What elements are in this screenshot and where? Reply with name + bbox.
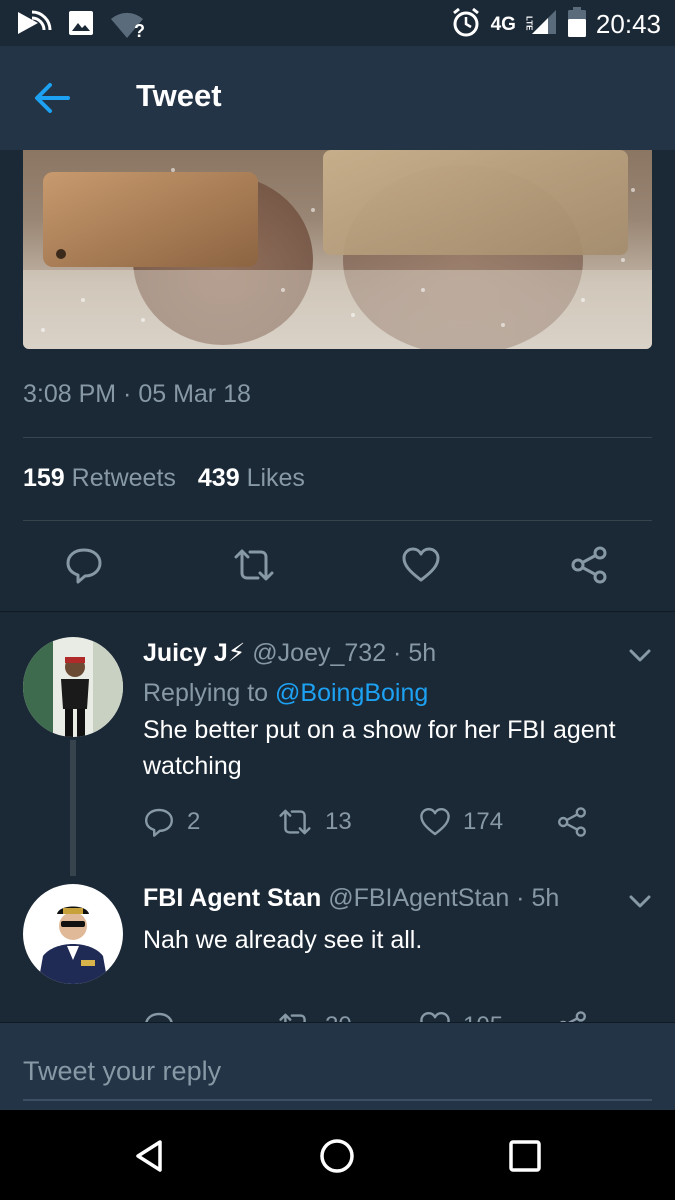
tweet-actions [0, 545, 675, 585]
nav-home-button[interactable] [315, 1134, 359, 1178]
tweet-timestamp: 3:08 PM · 05 Mar 18 [23, 380, 251, 408]
arrow-left-icon [35, 83, 70, 113]
like-button[interactable]: 174 [419, 806, 503, 838]
divider [23, 520, 652, 521]
cast-icon [16, 8, 52, 43]
retweets-stat[interactable]: 159 Retweets [23, 464, 176, 493]
back-button[interactable] [30, 76, 74, 120]
replying-to: Replying to @BoingBoing [143, 679, 428, 708]
wifi-unknown-badge: ? [134, 20, 145, 41]
handle-time: @Joey_732 · 5h [252, 639, 437, 667]
retweet-icon [234, 549, 274, 581]
likes-count: 439 [197, 464, 240, 492]
reply-item[interactable]: FBI Agent Stan @FBIAgentStan · 5h Nah we… [0, 860, 675, 1022]
tweet-stats: 159 Retweets 439 Likes [23, 464, 305, 493]
system-nav-bar [0, 1110, 675, 1200]
page-title: Tweet [136, 78, 222, 113]
retweet-count: 13 [325, 808, 352, 835]
heart-icon [420, 1012, 450, 1022]
tweet-detail: 3:08 PM · 05 Mar 18 159 Retweets 439 Lik… [0, 150, 675, 1022]
more-options-button[interactable] [627, 888, 653, 914]
wifi-unknown-icon: ? [110, 11, 152, 41]
retweet-icon [279, 1013, 306, 1022]
divider [23, 437, 652, 438]
reply-header: Juicy J⚡ @Joey_732 · 5h [143, 638, 436, 668]
alarm-icon [451, 6, 481, 43]
reply-count: 2 [187, 808, 201, 835]
network-label: 4G [490, 13, 516, 35]
app-bar: Tweet [0, 46, 675, 151]
like-count: 105 [463, 1012, 503, 1022]
share-icon [558, 807, 586, 837]
display-name[interactable]: Juicy J⚡ [143, 639, 245, 667]
tweet-photo[interactable] [23, 150, 652, 349]
like-button[interactable]: 105 [419, 1010, 503, 1022]
clock: 20:43 [595, 9, 661, 39]
network-sub-label: LTE [524, 15, 534, 31]
reply-actions: 2 13 174 [143, 806, 603, 838]
retweet-count: 20 [325, 1012, 352, 1022]
reply-text: She better put on a show for her FBI age… [143, 716, 616, 780]
status-bar: ? 4G LTE 20:43 [0, 0, 675, 46]
retweets-label: Retweets [71, 464, 176, 492]
replying-prefix: Replying to [143, 679, 269, 707]
reply-button[interactable] [64, 545, 104, 585]
heart-icon [402, 547, 440, 582]
chevron-down-icon [629, 649, 651, 662]
retweet-icon [279, 809, 311, 835]
home-circle-icon [320, 1139, 354, 1173]
likes-stat[interactable]: 439 Likes [198, 464, 305, 493]
likes-label: Likes [246, 464, 305, 492]
reply-header: FBI Agent Stan @FBIAgentStan · 5h [143, 884, 559, 913]
heart-icon [420, 808, 450, 836]
retweet-button[interactable] [232, 545, 274, 585]
reply-icon [66, 548, 102, 584]
reply-actions: 20 105 [143, 1010, 603, 1022]
battery-icon [567, 7, 586, 42]
share-button[interactable] [569, 545, 609, 585]
share-button[interactable] [556, 806, 588, 838]
thread-line [70, 740, 76, 876]
chevron-down-icon [629, 895, 651, 908]
mention-link[interactable]: @BoingBoing [275, 679, 428, 707]
reply-text: Nah we already see it all. [143, 926, 423, 954]
handle-time: @FBIAgentStan · 5h [328, 884, 560, 912]
network-type: 4G LTE [490, 13, 534, 36]
avatar[interactable] [23, 884, 123, 984]
more-options-button[interactable] [627, 642, 653, 668]
retweet-button[interactable]: 20 [277, 1010, 352, 1022]
retweets-count: 159 [23, 464, 65, 492]
retweet-button[interactable]: 13 [277, 806, 352, 838]
reply-input[interactable] [23, 1043, 652, 1101]
reply-button[interactable] [143, 1010, 175, 1022]
like-count: 174 [463, 808, 504, 835]
reply-icon [145, 1012, 173, 1022]
photo-illustration [23, 150, 652, 349]
display-name[interactable]: FBI Agent Stan [143, 884, 321, 912]
image-icon [68, 10, 94, 41]
reply-composer [0, 1022, 675, 1111]
share-icon [571, 546, 607, 584]
share-icon [559, 1011, 586, 1022]
like-button[interactable] [401, 545, 441, 585]
nav-back-button[interactable] [128, 1134, 172, 1178]
signal-icon [530, 8, 558, 41]
reply-icon [145, 808, 173, 837]
recents-square-icon [509, 1140, 541, 1172]
nav-recents-button[interactable] [503, 1134, 547, 1178]
back-triangle-icon [136, 1140, 162, 1172]
reply-button[interactable]: 2 [143, 806, 200, 838]
share-button[interactable] [556, 1010, 588, 1022]
avatar[interactable] [23, 637, 123, 737]
